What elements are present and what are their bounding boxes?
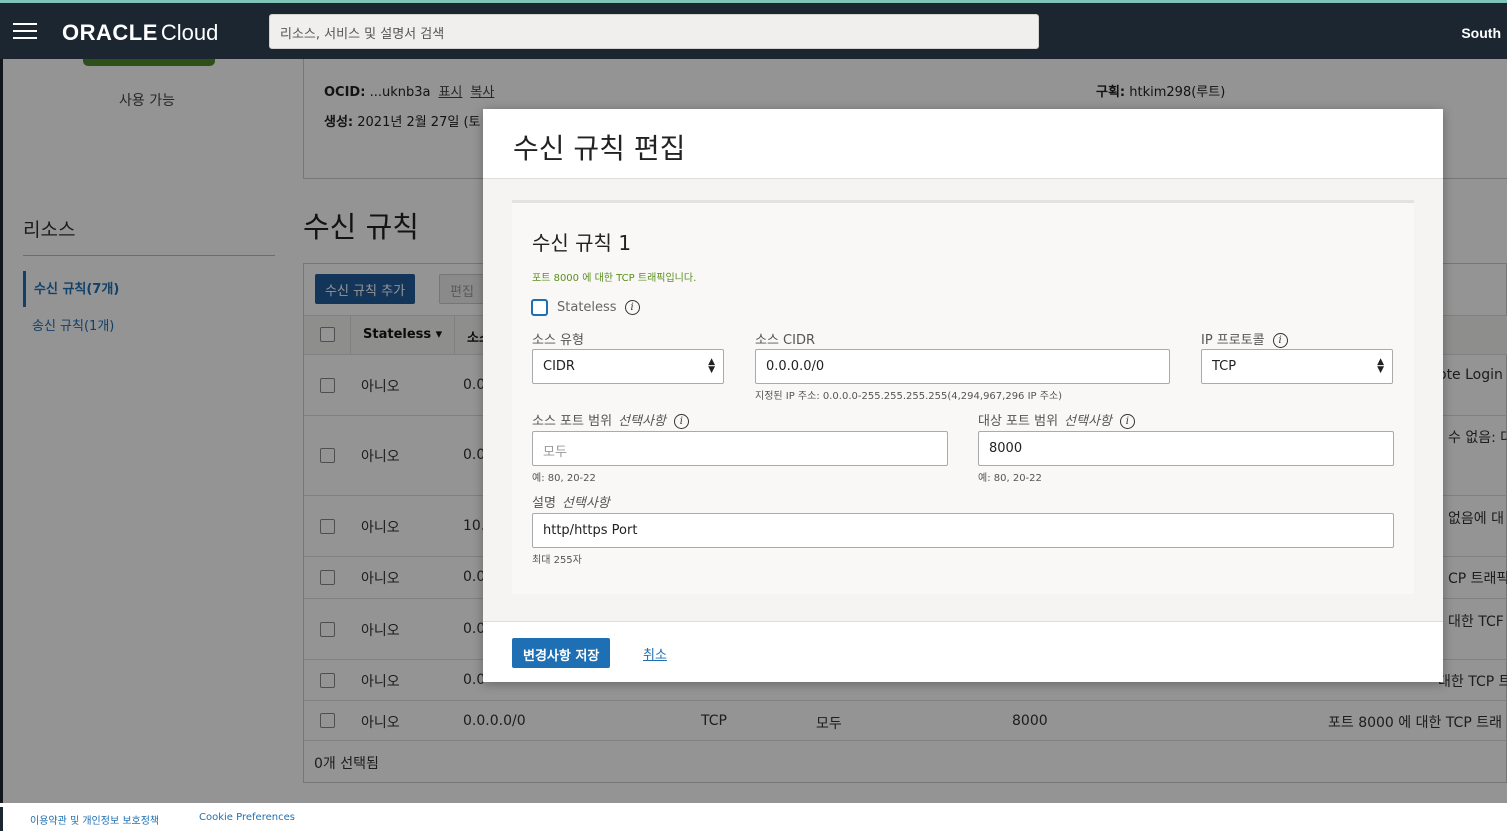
info-icon[interactable]: i bbox=[673, 414, 689, 429]
stateless-label: Stateless bbox=[557, 300, 617, 315]
stateless-option: Stateless i bbox=[531, 299, 640, 316]
description-label: 설명 선택사항 bbox=[532, 496, 610, 511]
source-type-select[interactable]: CIDR ▲ ▼ bbox=[532, 349, 724, 384]
destination-port-range-label: 대상 포트 범위 선택사항 i bbox=[978, 410, 1135, 429]
source-cidr-hint: 지정된 IP 주소: 0.0.0.0-255.255.255.255(4,294… bbox=[755, 391, 1063, 402]
stateless-checkbox[interactable] bbox=[531, 299, 548, 316]
menu-icon[interactable] bbox=[13, 23, 37, 40]
edit-ingress-rule-dialog: 수신 규칙 편집 수신 규칙 1 포트 8000 에 대한 TCP 트래픽입니다… bbox=[483, 109, 1443, 682]
oracle-cloud-logo[interactable]: ORACLE Cloud bbox=[62, 19, 218, 47]
select-arrows-icon: ▲ ▼ bbox=[708, 357, 715, 375]
terms-link[interactable]: 이용약관 및 개인정보 보호정책 bbox=[30, 812, 159, 827]
cookie-preferences-link[interactable]: Cookie Preferences bbox=[199, 812, 295, 823]
info-icon[interactable]: i bbox=[624, 300, 640, 315]
info-icon[interactable]: i bbox=[1119, 414, 1135, 429]
cancel-link[interactable]: 취소 bbox=[643, 644, 667, 663]
source-cidr-input[interactable]: 0.0.0.0/0 bbox=[755, 349, 1170, 384]
save-changes-button[interactable]: 변경사항 저장 bbox=[512, 638, 611, 668]
dialog-title: 수신 규칙 편집 bbox=[513, 132, 686, 165]
top-bar: ORACLE Cloud 리소스, 서비스 및 설명서 검색 South bbox=[0, 0, 1507, 59]
ip-protocol-label: IP 프로토콜 i bbox=[1201, 329, 1288, 348]
dialog-footer: 변경사항 저장 취소 bbox=[483, 621, 1443, 682]
dialog-body: 수신 규칙 1 포트 8000 에 대한 TCP 트래픽입니다. Statele… bbox=[483, 179, 1443, 621]
rule-description: 포트 8000 에 대한 TCP 트래픽입니다. bbox=[532, 273, 697, 284]
rule-title: 수신 규칙 1 bbox=[532, 231, 632, 255]
source-cidr-label: 소스 CIDR bbox=[755, 333, 816, 348]
region-selector[interactable]: South bbox=[1461, 25, 1501, 41]
page-footer: 이용약관 및 개인정보 보호정책 Cookie Preferences bbox=[0, 803, 1507, 831]
description-input[interactable]: http/https Port bbox=[532, 513, 1394, 548]
search-input[interactable]: 리소스, 서비스 및 설명서 검색 bbox=[269, 14, 1039, 49]
rule-card: 수신 규칙 1 포트 8000 에 대한 TCP 트래픽입니다. Statele… bbox=[512, 200, 1414, 594]
info-icon[interactable]: i bbox=[1272, 333, 1288, 348]
ip-protocol-select[interactable]: TCP ▲ ▼ bbox=[1201, 349, 1393, 384]
source-port-range-label: 소스 포트 범위 선택사항 i bbox=[532, 410, 689, 429]
destination-port-range-input[interactable]: 8000 bbox=[978, 431, 1394, 466]
source-type-label: 소스 유형 bbox=[532, 333, 584, 348]
source-port-hint: 예: 80, 20-22 bbox=[532, 473, 596, 484]
destination-port-hint: 예: 80, 20-22 bbox=[978, 473, 1042, 484]
source-port-range-input[interactable]: 모두 bbox=[532, 431, 948, 466]
select-arrows-icon: ▲ ▼ bbox=[1377, 357, 1384, 375]
description-hint: 최대 255자 bbox=[532, 555, 582, 566]
